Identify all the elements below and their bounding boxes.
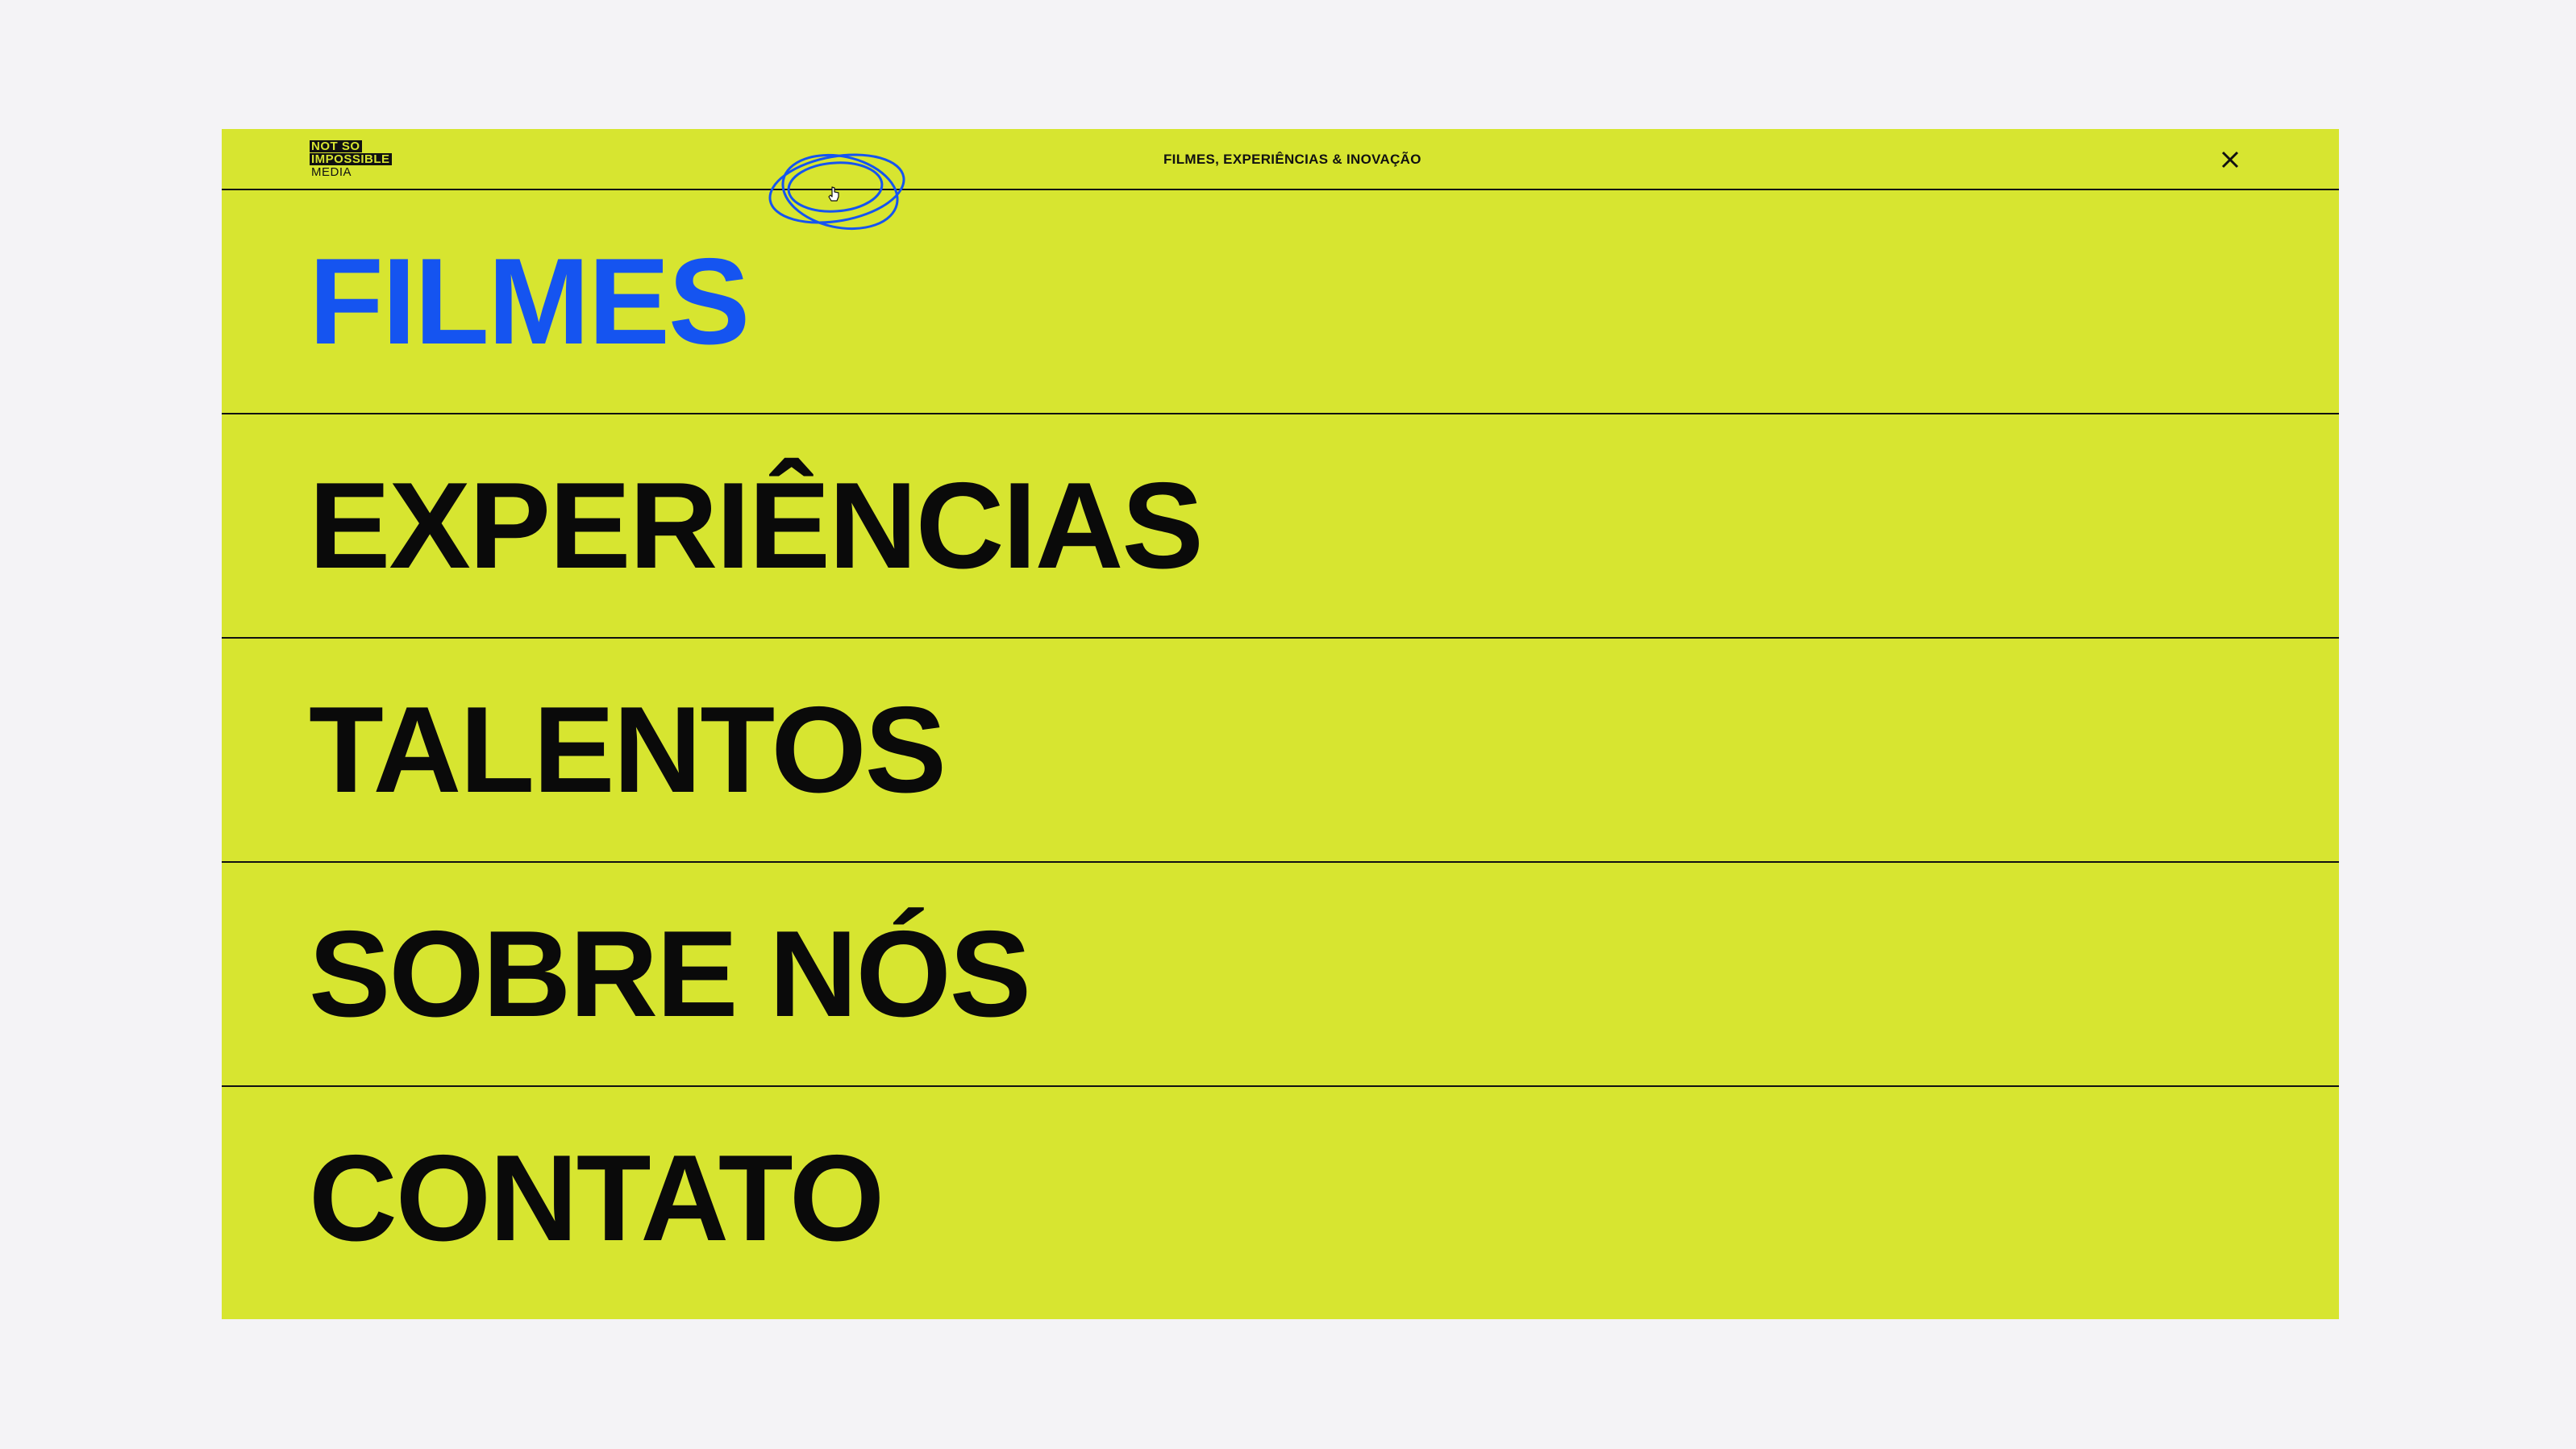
menu-item-label: EXPERIÊNCIAS xyxy=(309,457,1204,594)
close-button[interactable] xyxy=(2217,147,2243,173)
close-icon xyxy=(2221,151,2239,169)
logo-line-2: IMPOSSIBLE xyxy=(310,152,392,166)
header-tagline: FILMES, EXPERIÊNCIAS & INOVAÇÃO xyxy=(1163,152,1421,167)
menu-item-label: CONTATO xyxy=(309,1130,884,1267)
menu-item-sobre-nos[interactable]: SOBRE NÓS xyxy=(222,863,2339,1087)
logo-row-2: IMPOSSIBLE xyxy=(310,152,443,165)
menu-item-label: FILMES xyxy=(309,233,750,370)
header-bar: NOT SO IMPOSSIBLE MEDIA FILMES, EXPERIÊN… xyxy=(222,129,2339,190)
menu-item-talentos[interactable]: TALENTOS xyxy=(222,639,2339,863)
menu-item-label: SOBRE NÓS xyxy=(309,906,1031,1043)
menu-item-label: TALENTOS xyxy=(309,681,947,818)
menu-item-filmes[interactable]: FILMES xyxy=(222,190,2339,414)
logo-row-3: MEDIA xyxy=(310,165,443,178)
logo-row-1: NOT SO xyxy=(310,139,443,152)
logo-line-3: MEDIA xyxy=(311,164,352,179)
brand-logo[interactable]: NOT SO IMPOSSIBLE MEDIA xyxy=(310,139,443,180)
menu-item-experiencias[interactable]: EXPERIÊNCIAS xyxy=(222,414,2339,639)
menu-item-contato[interactable]: CONTATO xyxy=(222,1087,2339,1311)
menu-overlay: NOT SO IMPOSSIBLE MEDIA FILMES, EXPERIÊN… xyxy=(222,129,2339,1319)
main-menu: FILMES EXPERIÊNCIAS TALENTOS SOBRE NÓS C… xyxy=(222,190,2339,1311)
logo-line-1: NOT SO xyxy=(310,139,362,153)
